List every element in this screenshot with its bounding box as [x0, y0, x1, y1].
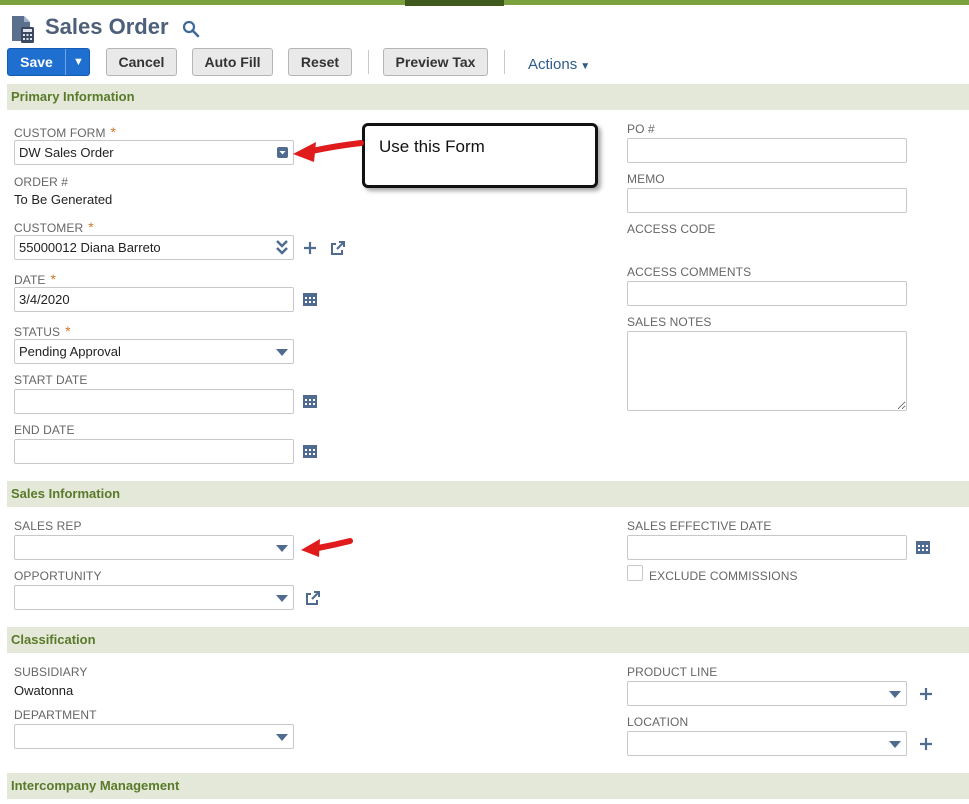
- location-select[interactable]: [627, 731, 907, 756]
- save-options-dropdown[interactable]: ▼: [65, 49, 89, 75]
- auto-fill-button[interactable]: Auto Fill: [192, 48, 273, 76]
- actions-menu[interactable]: Actions ▼: [528, 56, 590, 73]
- end-date-label: END DATE: [14, 423, 75, 437]
- sales-effective-date-label: SALES EFFECTIVE DATE: [627, 519, 772, 533]
- sales-effective-date-input[interactable]: [627, 535, 907, 560]
- section-classification[interactable]: Classification: [7, 627, 969, 653]
- access-comments-label: ACCESS COMMENTS: [627, 265, 752, 279]
- required-marker: *: [88, 219, 94, 235]
- start-date-input[interactable]: [14, 389, 294, 414]
- add-location-plus-icon[interactable]: [918, 736, 934, 752]
- section-title: Intercompany Management: [11, 778, 180, 793]
- date-label: DATE *: [14, 271, 57, 287]
- opportunity-label: OPPORTUNITY: [14, 569, 102, 583]
- exclude-commissions-checkbox[interactable]: [627, 565, 643, 581]
- department-label: DEPARTMENT: [14, 708, 97, 722]
- open-opportunity-icon[interactable]: [305, 590, 321, 606]
- preview-tax-button[interactable]: Preview Tax: [383, 48, 488, 76]
- add-product-line-plus-icon[interactable]: [918, 686, 934, 702]
- chevron-down-icon: ▼: [73, 56, 84, 68]
- start-date-label: START DATE: [14, 373, 88, 387]
- section-intercompany-management[interactable]: Intercompany Management: [7, 773, 969, 799]
- chevron-down-icon: [276, 734, 288, 741]
- exclude-commissions-label: EXCLUDE COMMISSIONS: [649, 569, 798, 583]
- custom-form-select[interactable]: DW Sales Order: [14, 140, 294, 165]
- annotation-arrow-icon: [301, 538, 353, 557]
- order-number-value: To Be Generated: [14, 192, 113, 207]
- date-input[interactable]: 3/4/2020: [14, 287, 294, 312]
- required-marker: *: [65, 323, 71, 339]
- cancel-button[interactable]: Cancel: [106, 48, 177, 76]
- calendar-icon[interactable]: [302, 443, 318, 459]
- toolbar-divider: [504, 50, 505, 74]
- department-select[interactable]: [14, 724, 294, 749]
- product-line-label: PRODUCT LINE: [627, 665, 718, 679]
- chevron-down-icon: [276, 595, 288, 602]
- sales-order-page-icon: [12, 16, 34, 43]
- double-chevron-down-icon[interactable]: [276, 240, 288, 255]
- customer-select[interactable]: 55000012 Diana Barreto: [14, 235, 294, 260]
- calendar-icon[interactable]: [915, 539, 931, 555]
- save-button-group: Save ▼: [7, 48, 90, 76]
- top-brand-bar-active: [405, 0, 504, 6]
- sales-rep-select[interactable]: [14, 535, 294, 560]
- po-number-input[interactable]: [627, 138, 907, 163]
- access-code-label: ACCESS CODE: [627, 222, 716, 236]
- chevron-down-icon: [276, 545, 288, 552]
- toolbar-divider: [368, 50, 369, 74]
- end-date-input[interactable]: [14, 439, 294, 464]
- actions-label: Actions: [528, 56, 578, 73]
- date-value: 3/4/2020: [19, 292, 70, 307]
- order-number-label: ORDER #: [14, 175, 69, 189]
- calendar-icon[interactable]: [302, 291, 318, 307]
- access-comments-input[interactable]: [627, 281, 907, 306]
- product-line-select[interactable]: [627, 681, 907, 706]
- opportunity-select[interactable]: [14, 585, 294, 610]
- required-marker: *: [110, 124, 117, 140]
- custom-form-value: DW Sales Order: [19, 145, 114, 160]
- chevron-down-icon: ▼: [580, 61, 591, 72]
- section-title: Sales Information: [11, 486, 121, 501]
- custom-form-label: CUSTOM FORM *: [14, 124, 117, 140]
- subsidiary-label: SUBSIDIARY: [14, 665, 88, 679]
- top-brand-bar: [0, 0, 969, 6]
- status-select[interactable]: Pending Approval: [14, 339, 294, 364]
- customer-value: 55000012 Diana Barreto: [19, 240, 161, 255]
- list-picker-icon[interactable]: [276, 146, 289, 159]
- annotation-arrow-icon: [293, 140, 364, 162]
- add-customer-plus-icon[interactable]: [302, 240, 318, 256]
- status-value: Pending Approval: [19, 344, 121, 359]
- memo-label: MEMO: [627, 172, 665, 186]
- section-title: Primary Information: [11, 89, 135, 104]
- location-label: LOCATION: [627, 715, 689, 729]
- section-primary-information[interactable]: Primary Information: [7, 84, 969, 110]
- annotation-callout: Use this Form: [362, 123, 598, 188]
- save-button[interactable]: Save: [8, 49, 65, 75]
- memo-input[interactable]: [627, 188, 907, 213]
- search-icon[interactable]: [182, 20, 200, 38]
- po-number-label: PO #: [627, 122, 655, 136]
- callout-text: Use this Form: [379, 137, 485, 156]
- reset-button[interactable]: Reset: [288, 48, 352, 76]
- chevron-down-icon: [889, 691, 901, 698]
- chevron-down-icon: [889, 741, 901, 748]
- customer-label: CUSTOMER *: [14, 219, 94, 235]
- section-sales-information[interactable]: Sales Information: [7, 481, 969, 507]
- open-customer-icon[interactable]: [330, 240, 346, 256]
- sales-notes-label: SALES NOTES: [627, 315, 712, 329]
- status-label: STATUS *: [14, 323, 71, 339]
- chevron-down-icon: [276, 349, 288, 356]
- subsidiary-value: Owatonna: [14, 683, 74, 698]
- section-title: Classification: [11, 632, 96, 647]
- sales-notes-textarea[interactable]: [627, 331, 907, 411]
- calendar-icon[interactable]: [302, 393, 318, 409]
- required-marker: *: [50, 271, 57, 287]
- sales-rep-label: SALES REP: [14, 519, 82, 533]
- page-title: Sales Order: [45, 14, 169, 39]
